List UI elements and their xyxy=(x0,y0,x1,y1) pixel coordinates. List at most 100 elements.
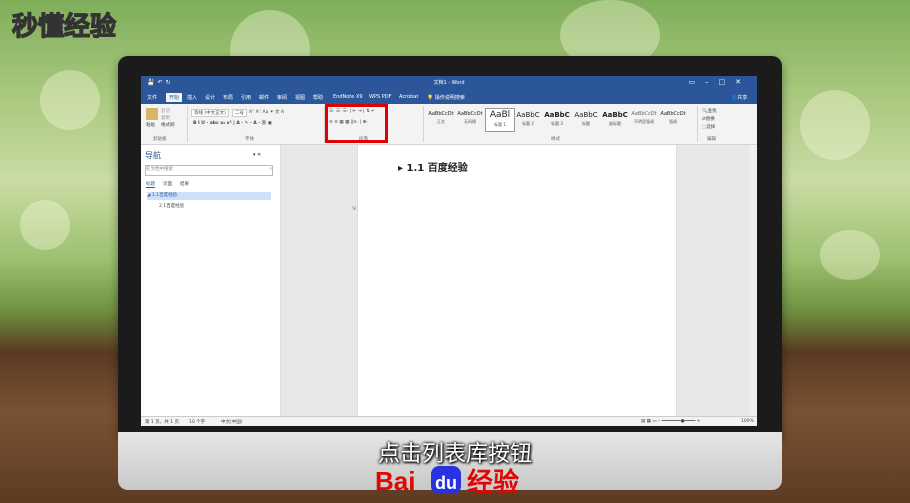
watermark-text: 秒懂经验 xyxy=(12,11,116,42)
navigation-pane: 导航 ▾ ✕ 在文档中搜索 ⌕ 标题 页面 结果 ◢ 1.1百度经验 2.1百度经… xyxy=(141,145,281,416)
style-name: 标题 2 xyxy=(522,121,534,126)
tab-mailings[interactable]: 邮件 xyxy=(259,94,269,101)
tab-view[interactable]: 视图 xyxy=(295,94,305,101)
style-emphasis[interactable]: AaBbCcDt 强调 xyxy=(659,108,687,130)
window-title: 文档1 - Word xyxy=(433,80,465,86)
nav-tab-results[interactable]: 结果 xyxy=(180,181,189,187)
style-normal[interactable]: AaBbCcDt 正文 xyxy=(427,108,455,130)
zoom-level[interactable]: 100% xyxy=(741,419,754,424)
share-label: 共享 xyxy=(737,95,748,101)
find-label: 查找 xyxy=(707,109,717,114)
style-sample: AaBbCcDt xyxy=(428,111,454,117)
style-sample: AaBbC xyxy=(516,111,540,119)
logo-jingyan: 经验 xyxy=(467,467,519,496)
word-window: 💾↶↻ 文档1 - Word ▭–□✕ 文件 开始 插入 设计 布局 引用 邮件… xyxy=(141,76,757,426)
style-name: 强调 xyxy=(669,119,677,124)
font-name-select[interactable]: 等线 (中文正文) xyxy=(191,109,229,117)
font-size-select[interactable]: 二号 xyxy=(232,109,247,117)
format-painter-button[interactable]: 格式刷 xyxy=(161,122,175,128)
tab-review[interactable]: 审阅 xyxy=(277,94,287,101)
divider xyxy=(423,106,424,142)
style-name: 标题 3 xyxy=(551,121,563,126)
select-button[interactable]: ⬚选择 xyxy=(702,124,715,130)
font-format-icons[interactable]: B I U · abc x₂ x² | A · ✎ · A · Ⓐ ▣ xyxy=(193,120,272,126)
style-sample: AaBl xyxy=(489,110,511,120)
style-sample: AaBbC xyxy=(544,111,570,119)
style-no-spacing[interactable]: AaBbCcDt 无间隔 xyxy=(456,108,484,130)
title-bar: 💾↶↻ 文档1 - Word ▭–□✕ xyxy=(141,76,757,90)
tab-home[interactable]: 开始 xyxy=(166,93,183,102)
tab-file[interactable]: 文件 xyxy=(147,94,157,101)
style-sample: AaBbC xyxy=(602,111,628,119)
style-name: 正文 xyxy=(437,119,445,124)
replace-button[interactable]: ⇄替换 xyxy=(702,116,715,122)
miaodong-watermark-logo: 秒懂经验 xyxy=(11,10,116,42)
paste-label[interactable]: 粘贴 xyxy=(146,122,155,128)
nav-close-icon[interactable]: ▾ ✕ xyxy=(253,152,261,158)
baidu-jingyan-logo: Bai du 经验 xyxy=(375,466,519,496)
replace-label: 替换 xyxy=(705,117,715,122)
share-button[interactable]: 👤共享 xyxy=(731,94,747,101)
tab-insert[interactable]: 插入 xyxy=(187,94,197,101)
tab-endnote[interactable]: EndNote X9 xyxy=(333,94,363,100)
cut-button[interactable]: 剪切 xyxy=(161,108,170,114)
style-name: 副标题 xyxy=(609,121,621,126)
style-heading-1[interactable]: AaBl 标题 1 xyxy=(485,108,515,132)
style-subtitle[interactable]: AaBbC 副标题 xyxy=(601,108,629,130)
style-heading-3[interactable]: AaBbC 标题 3 xyxy=(543,108,571,130)
document-area: ⇲ ▸ 1.1 百度经验 xyxy=(281,145,757,416)
tab-acrobat[interactable]: Acrobat xyxy=(399,94,418,100)
status-bar: 第 1 页，共 1 页 10 个字 中文(中国) ▤ ▦ ▭ – ━━━━━━━… xyxy=(141,416,757,426)
tab-layout[interactable]: 布局 xyxy=(223,94,233,101)
nav-heading-item[interactable]: 2.1百度经验 xyxy=(159,203,184,209)
tab-help[interactable]: 帮助 xyxy=(313,94,323,101)
select-label: 选择 xyxy=(706,125,716,130)
vertical-scrollbar[interactable] xyxy=(750,145,757,416)
paste-icon[interactable] xyxy=(146,108,158,120)
nav-tab-headings[interactable]: 标题 xyxy=(146,181,155,188)
style-sample: AaBbCcDt xyxy=(660,111,686,117)
tab-design[interactable]: 设计 xyxy=(205,94,215,101)
style-sample: AaBbC xyxy=(574,111,598,119)
nav-title: 导航 xyxy=(145,151,161,160)
status-page[interactable]: 第 1 页，共 1 页 xyxy=(145,419,179,425)
nav-heading-label: 1.1百度经验 xyxy=(151,193,178,198)
copy-button[interactable]: 复制 xyxy=(161,115,170,121)
tell-me-search[interactable]: 💡 操作说明搜索 xyxy=(427,94,465,101)
style-name: 无间隔 xyxy=(464,119,476,124)
tab-wps-pdf[interactable]: WPS PDF xyxy=(369,94,391,100)
ribbon-tabs: 文件 开始 插入 设计 布局 引用 邮件 审阅 视图 帮助 EndNote X9… xyxy=(141,90,757,104)
tell-me-label: 操作说明搜索 xyxy=(434,95,465,101)
window-controls[interactable]: ▭–□✕ xyxy=(688,78,751,86)
view-buttons[interactable]: ▤ ▦ ▭ – ━━━━━━━●━━━━ + xyxy=(641,419,701,424)
document-heading[interactable]: ▸ 1.1 百度经验 xyxy=(398,159,468,174)
status-language[interactable]: 中文(中国) xyxy=(221,419,243,425)
divider xyxy=(187,106,188,142)
clipboard-group-label: 剪贴板 xyxy=(153,137,167,142)
style-subtle-emphasis[interactable]: AaBbCcDt 不明显强调 xyxy=(630,108,658,130)
nav-search-input[interactable]: 在文档中搜索 ⌕ xyxy=(145,165,273,176)
find-button[interactable]: 🔍查找 xyxy=(702,108,717,114)
nav-heading-item[interactable]: ◢ 1.1百度经验 xyxy=(147,192,271,200)
nav-search-placeholder: 在文档中搜索 xyxy=(146,167,173,172)
nav-tab-pages[interactable]: 页面 xyxy=(163,181,172,187)
status-words[interactable]: 10 个字 xyxy=(189,419,205,425)
editing-group-label: 编辑 xyxy=(707,137,716,142)
document-page[interactable]: ▸ 1.1 百度经验 xyxy=(357,145,677,416)
cursor-icon: ⇲ xyxy=(351,205,357,212)
style-name: 不明显强调 xyxy=(634,119,654,124)
style-title[interactable]: AaBbC 标题 xyxy=(572,108,600,130)
font-tools-icons[interactable]: A˄ A˅ Aa ⁕ 文 A xyxy=(249,109,284,115)
style-heading-2[interactable]: AaBbC 标题 2 xyxy=(514,108,542,130)
list-library-highlight xyxy=(325,104,388,143)
style-sample: AaBbCcDt xyxy=(457,111,483,117)
tab-references[interactable]: 引用 xyxy=(241,94,251,101)
ribbon: 粘贴 剪切 复制 格式刷 剪贴板 等线 (中文正文) 二号 A˄ A˅ Aa ⁕… xyxy=(141,104,757,145)
style-name: 标题 1 xyxy=(494,122,506,127)
document-heading-text: 1.1 百度经验 xyxy=(406,163,468,174)
font-group-label: 字体 xyxy=(245,137,254,142)
logo-bai: Bai xyxy=(375,466,415,496)
styles-group-label: 样式 xyxy=(551,137,560,142)
style-sample: AaBbCcDt xyxy=(631,111,657,117)
logo-du: du xyxy=(435,473,457,493)
